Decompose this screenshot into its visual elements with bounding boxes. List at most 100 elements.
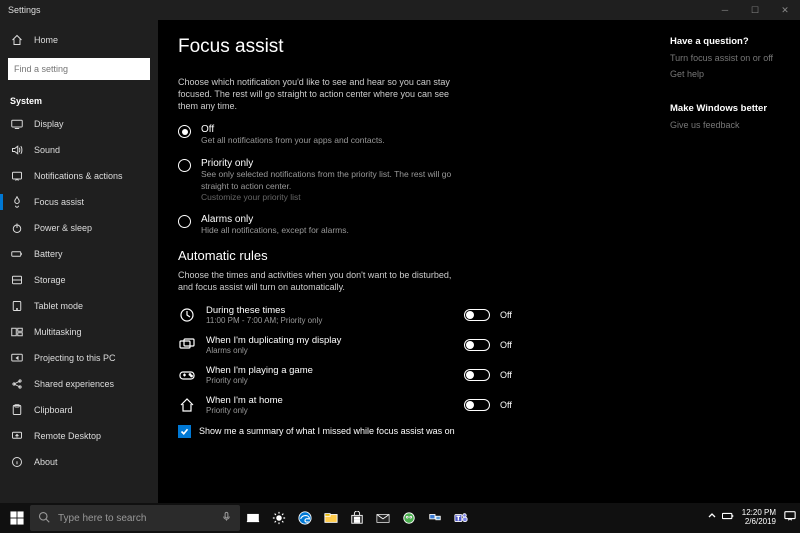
auto-rules-intro: Choose the times and activities when you… bbox=[178, 269, 458, 293]
rule-home-title: When I'm at home bbox=[206, 395, 454, 406]
sidebar-item-label: Focus assist bbox=[34, 197, 84, 207]
rule-times-toggle[interactable] bbox=[464, 309, 490, 321]
sidebar-item-label: Shared experiences bbox=[34, 379, 114, 389]
summary-checkbox-row[interactable]: Show me a summary of what I missed while… bbox=[178, 425, 650, 438]
rule-display-sub: Alarms only bbox=[206, 346, 454, 355]
sidebar-section: System bbox=[0, 90, 158, 110]
sidebar-item-focus-assist[interactable]: Focus assist bbox=[0, 190, 158, 214]
app-title: Settings bbox=[8, 5, 41, 15]
tray-battery-icon[interactable] bbox=[722, 509, 734, 527]
tray-chevron-icon[interactable] bbox=[706, 509, 718, 527]
sidebar-item-label: Projecting to this PC bbox=[34, 353, 116, 363]
sidebar-item-display[interactable]: Display bbox=[0, 112, 158, 136]
sidebar-home[interactable]: Home bbox=[0, 28, 158, 52]
radio-alarms-control[interactable] bbox=[178, 215, 191, 228]
taskbar-clock[interactable]: 12:20 PM 2/6/2019 bbox=[738, 509, 780, 527]
radio-alarms-label: Alarms only bbox=[201, 214, 349, 225]
rule-home[interactable]: When I'm at home Priority only Off bbox=[178, 395, 518, 415]
taskbar-app-edge[interactable] bbox=[292, 503, 318, 533]
sidebar-item-label: Storage bbox=[34, 275, 66, 285]
action-center-icon[interactable] bbox=[784, 509, 796, 527]
rule-game-toggle[interactable] bbox=[464, 369, 490, 381]
sidebar-item-clipboard[interactable]: Clipboard bbox=[0, 398, 158, 422]
sidebar-item-power[interactable]: Power & sleep bbox=[0, 216, 158, 240]
taskbar-app-teams[interactable]: T bbox=[448, 503, 474, 533]
help-link-get-help[interactable]: Get help bbox=[670, 69, 790, 79]
mic-icon[interactable] bbox=[221, 511, 232, 525]
sidebar-item-about[interactable]: About bbox=[0, 450, 158, 474]
start-button[interactable] bbox=[4, 503, 30, 533]
priority-list-link[interactable]: Customize your priority list bbox=[201, 192, 478, 202]
rule-game[interactable]: When I'm playing a game Priority only Of… bbox=[178, 365, 518, 385]
taskbar-search-placeholder: Type here to search bbox=[58, 513, 146, 524]
radio-alarms[interactable]: Alarms only Hide all notifications, exce… bbox=[178, 214, 478, 236]
tablet-icon bbox=[10, 300, 24, 312]
storage-icon bbox=[10, 274, 24, 286]
maximize-button[interactable]: ☐ bbox=[740, 0, 770, 20]
rule-times[interactable]: During these times 11:00 PM - 7:00 AM; P… bbox=[178, 305, 518, 325]
focus-assist-icon bbox=[10, 196, 24, 208]
radio-off[interactable]: Off Get all notifications from your apps… bbox=[178, 124, 478, 146]
radio-off-control[interactable] bbox=[178, 125, 191, 138]
task-view-button[interactable] bbox=[240, 503, 266, 533]
taskbar-app-green[interactable] bbox=[396, 503, 422, 533]
sidebar-item-label: Tablet mode bbox=[34, 301, 83, 311]
sidebar-item-projecting[interactable]: Projecting to this PC bbox=[0, 346, 158, 370]
game-icon bbox=[178, 367, 196, 383]
rule-display-state: Off bbox=[500, 340, 518, 350]
summary-checkbox[interactable] bbox=[178, 425, 191, 438]
rule-game-sub: Priority only bbox=[206, 376, 454, 385]
sidebar-item-tablet[interactable]: Tablet mode bbox=[0, 294, 158, 318]
radio-priority-desc: See only selected notifications from the… bbox=[201, 169, 478, 191]
sidebar-item-storage[interactable]: Storage bbox=[0, 268, 158, 292]
taskbar-search[interactable]: Type here to search bbox=[30, 505, 240, 531]
home-rule-icon bbox=[178, 397, 196, 413]
rule-home-toggle[interactable] bbox=[464, 399, 490, 411]
radio-off-label: Off bbox=[201, 124, 385, 135]
taskbar-app-settings[interactable] bbox=[266, 503, 292, 533]
search-input[interactable] bbox=[8, 58, 150, 80]
taskbar-app-blue[interactable] bbox=[422, 503, 448, 533]
taskbar-app-mail[interactable] bbox=[370, 503, 396, 533]
clock-icon bbox=[178, 307, 196, 323]
help-link-focus-assist[interactable]: Turn focus assist on or off bbox=[670, 53, 790, 63]
sidebar: Home System Display Sound Notifications … bbox=[0, 20, 158, 503]
radio-priority-control[interactable] bbox=[178, 159, 191, 172]
projecting-icon bbox=[10, 352, 24, 364]
sidebar-item-battery[interactable]: Battery bbox=[0, 242, 158, 266]
about-icon bbox=[10, 456, 24, 468]
radio-priority[interactable]: Priority only See only selected notifica… bbox=[178, 158, 478, 201]
sidebar-item-multitasking[interactable]: Multitasking bbox=[0, 320, 158, 344]
radio-priority-label: Priority only bbox=[201, 158, 478, 169]
power-icon bbox=[10, 222, 24, 234]
sound-icon bbox=[10, 144, 24, 156]
help-column: Have a question? Turn focus assist on or… bbox=[670, 20, 800, 503]
sidebar-item-sound[interactable]: Sound bbox=[0, 138, 158, 162]
radio-off-desc: Get all notifications from your apps and… bbox=[201, 135, 385, 146]
rule-home-sub: Priority only bbox=[206, 406, 454, 415]
rule-game-title: When I'm playing a game bbox=[206, 365, 454, 376]
rule-home-state: Off bbox=[500, 400, 518, 410]
close-button[interactable]: ✕ bbox=[770, 0, 800, 20]
minimize-button[interactable]: ─ bbox=[710, 0, 740, 20]
display-icon bbox=[10, 118, 24, 130]
taskbar-app-store[interactable] bbox=[344, 503, 370, 533]
sidebar-home-label: Home bbox=[34, 35, 58, 45]
remote-icon bbox=[10, 430, 24, 442]
rule-display-toggle[interactable] bbox=[464, 339, 490, 351]
feedback-link[interactable]: Give us feedback bbox=[670, 120, 790, 130]
sidebar-item-notifications[interactable]: Notifications & actions bbox=[0, 164, 158, 188]
taskbar-app-explorer[interactable] bbox=[318, 503, 344, 533]
sidebar-item-label: Power & sleep bbox=[34, 223, 92, 233]
rule-display[interactable]: When I'm duplicating my display Alarms o… bbox=[178, 335, 518, 355]
sidebar-item-remote[interactable]: Remote Desktop bbox=[0, 424, 158, 448]
clipboard-icon bbox=[10, 404, 24, 416]
duplicate-display-icon bbox=[178, 337, 196, 353]
taskbar: Type here to search T 12:20 PM 2/6/2019 bbox=[0, 503, 800, 533]
sidebar-item-label: Battery bbox=[34, 249, 63, 259]
multitasking-icon bbox=[10, 326, 24, 338]
radio-alarms-desc: Hide all notifications, except for alarm… bbox=[201, 225, 349, 236]
feedback-heading: Make Windows better bbox=[670, 103, 790, 114]
sidebar-item-shared[interactable]: Shared experiences bbox=[0, 372, 158, 396]
taskbar-date: 2/6/2019 bbox=[742, 518, 776, 527]
